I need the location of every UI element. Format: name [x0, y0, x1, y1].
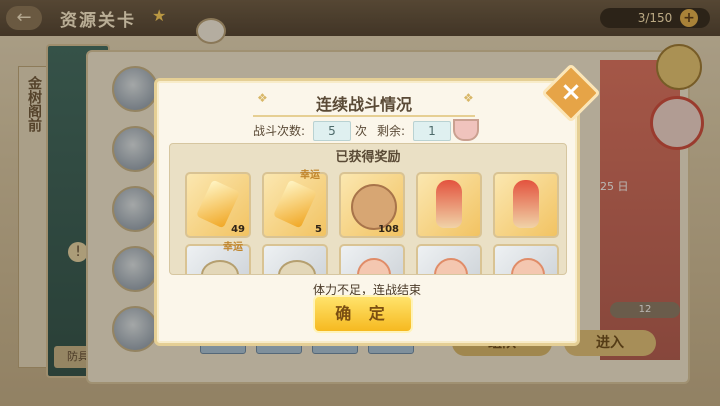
- item-quantity: 49: [231, 224, 245, 235]
- remaining-label: 剩余:: [377, 124, 406, 138]
- lucky-tag: 幸运: [300, 170, 320, 181]
- close-icon[interactable]: ×: [550, 72, 592, 114]
- gem-icon: [195, 179, 241, 229]
- reward-item[interactable]: [493, 244, 559, 274]
- battle-count-unit: 次: [355, 124, 368, 138]
- battle-result-dialog: 连续战斗情况 ❖ ❖ 战斗次数: 5 次 剩余: 1 已获得奖励 49 幸运 5…: [154, 78, 580, 346]
- doll-icon: [513, 180, 539, 228]
- reward-item[interactable]: 108: [339, 172, 405, 238]
- gem-icon: [272, 179, 318, 229]
- ornament-icon: ❖: [257, 91, 268, 105]
- reward-item[interactable]: [339, 244, 405, 274]
- reward-item[interactable]: [416, 244, 482, 274]
- leaf-icon: [201, 260, 239, 274]
- lucky-tag: 幸运: [223, 242, 243, 253]
- reward-panel: 已获得奖励 49 幸运 5 108 幸运: [169, 143, 567, 275]
- confirm-button[interactable]: 确 定: [313, 295, 413, 333]
- remaining-value: 1: [413, 121, 451, 141]
- battle-count-label: 战斗次数:: [253, 124, 306, 138]
- dialog-title-bar: 连续战斗情况: [253, 89, 475, 117]
- item-quantity: 108: [378, 224, 399, 235]
- bowl-icon: [453, 119, 479, 141]
- reward-item[interactable]: [416, 172, 482, 238]
- reward-item[interactable]: [262, 244, 328, 274]
- character-icon: [357, 258, 391, 274]
- reward-item[interactable]: 幸运: [185, 242, 251, 274]
- dialog-title: 连续战斗情况: [315, 95, 412, 114]
- reward-item[interactable]: 幸运 5: [262, 170, 328, 238]
- character-icon: [511, 258, 545, 274]
- item-quantity: 5: [315, 224, 322, 235]
- character-icon: [434, 258, 468, 274]
- ornament-icon: ❖: [463, 91, 474, 105]
- leaf-icon: [278, 260, 316, 274]
- reward-title: 已获得奖励: [335, 150, 401, 165]
- reward-item[interactable]: [493, 172, 559, 238]
- doll-icon: [436, 180, 462, 228]
- reward-item[interactable]: 49: [185, 172, 251, 238]
- battle-stats: 战斗次数: 5 次 剩余: 1: [253, 121, 483, 141]
- battle-count-value: 5: [313, 121, 351, 141]
